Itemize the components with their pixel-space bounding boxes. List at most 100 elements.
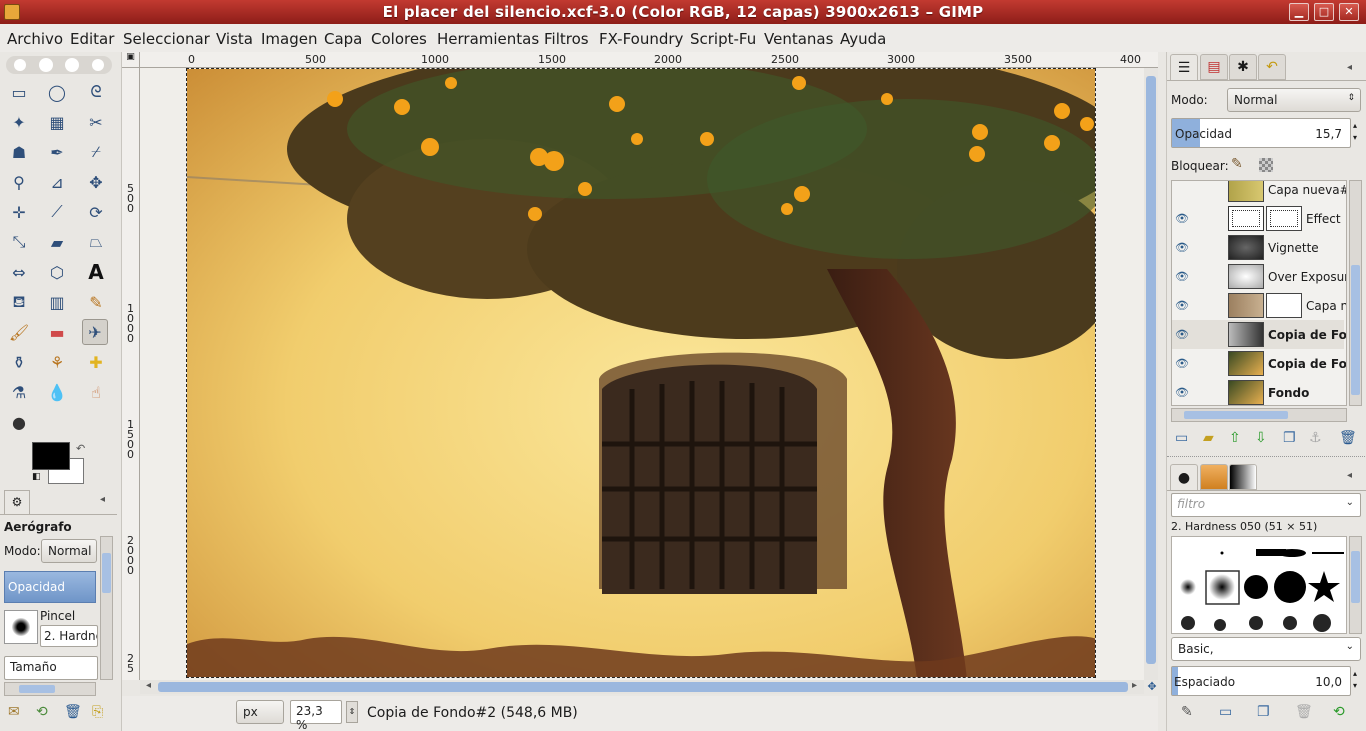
swap-colors-icon[interactable]: ↶ <box>76 442 85 455</box>
brush-preview[interactable] <box>4 610 38 644</box>
layer-row[interactable]: Capa nueva#1 <box>1172 181 1346 204</box>
refresh-brushes-icon[interactable]: ⟲ <box>1333 704 1345 720</box>
eye-icon[interactable]: 👁 <box>1175 386 1189 399</box>
gradients-tab-icon[interactable] <box>1229 464 1257 490</box>
undo-tab-icon[interactable]: ↶ <box>1258 54 1286 80</box>
menu-vista[interactable]: Vista <box>216 30 253 48</box>
rotate-icon[interactable]: ⟳ <box>83 199 109 225</box>
smudge-icon[interactable]: ☝ <box>83 379 109 405</box>
zoom-field[interactable]: 23,3 % <box>290 700 342 731</box>
menu-imagen[interactable]: Imagen <box>261 30 317 48</box>
brush-name-field[interactable]: 2. Hardne <box>40 625 98 647</box>
default-colors-icon[interactable]: ◧ <box>32 472 41 482</box>
menu-capa[interactable]: Capa <box>324 30 362 48</box>
zoom-dropdown-icon[interactable]: ⇕ <box>346 701 358 723</box>
foreground-color-swatch[interactable] <box>32 442 70 470</box>
new-layer-icon[interactable]: ▭ <box>1175 430 1188 446</box>
eye-icon[interactable]: 👁 <box>1175 299 1189 312</box>
menu-herramientas[interactable]: Herramientas <box>437 30 539 48</box>
blend-icon[interactable]: ▥ <box>44 289 70 315</box>
paths-icon[interactable]: ✒ <box>44 139 70 165</box>
tool-options-scrollbar[interactable] <box>100 536 113 680</box>
menu-ayuda[interactable]: Ayuda <box>840 30 886 48</box>
scroll-right-icon[interactable]: ▸ <box>1132 680 1137 691</box>
flip-icon[interactable]: ⇔ <box>6 259 32 285</box>
minimize-button[interactable]: ▁ <box>1289 3 1309 21</box>
new-brush-icon[interactable]: ▭ <box>1219 704 1232 720</box>
pencil-icon[interactable]: ✎ <box>83 289 109 315</box>
edit-brush-icon[interactable]: ✎ <box>1181 704 1193 720</box>
raise-layer-icon[interactable]: ⇧ <box>1229 430 1241 446</box>
lock-pixels-icon[interactable]: ✎ <box>1231 156 1243 172</box>
eye-icon[interactable]: 👁 <box>1175 241 1189 254</box>
fuzzy-select-icon[interactable]: ✦ <box>6 109 32 135</box>
paintbrush-icon[interactable]: 🖌 <box>6 319 32 345</box>
layers-hscroll[interactable] <box>1171 408 1347 422</box>
tool-options-hscroll[interactable] <box>4 682 96 696</box>
spacing-spin-icon[interactable]: ▴ ▾ <box>1353 668 1357 692</box>
airbrush-icon[interactable]: ✈ <box>82 319 108 345</box>
menu-seleccionar[interactable]: Seleccionar <box>123 30 210 48</box>
menu-filtros[interactable]: Filtros <box>544 30 589 48</box>
dock-separator[interactable] <box>1167 456 1366 460</box>
layer-opacity-slider[interactable]: Opacidad 15,7 <box>1171 118 1351 148</box>
text-tool-icon[interactable]: A <box>83 259 109 285</box>
layer-row[interactable]: 👁 Fondo <box>1172 378 1344 405</box>
layer-row[interactable]: 👁 Capa n <box>1172 291 1346 320</box>
free-select-icon[interactable]: ᘓ <box>83 79 109 105</box>
menu-script-fu[interactable]: Script-Fu <box>690 30 756 48</box>
layer-row[interactable]: 👁 Effect <box>1172 204 1344 233</box>
rect-select-icon[interactable]: ▭ <box>6 79 32 105</box>
delete-brush-icon[interactable]: 🗑 <box>1295 704 1313 720</box>
size-field[interactable]: Tamaño <box>4 656 98 680</box>
brush-grid-vscroll[interactable] <box>1349 536 1362 634</box>
mode-select[interactable]: Normal <box>41 539 97 563</box>
delete-options-icon[interactable]: 🗑 <box>64 704 82 720</box>
new-layer-group-icon[interactable]: ▰ <box>1203 430 1214 446</box>
layers-tab-icon[interactable]: ☰ <box>1170 54 1198 80</box>
dock-menu-icon[interactable]: ◂ <box>1347 62 1352 73</box>
reset-options-icon[interactable]: ⎘ <box>92 704 103 720</box>
patterns-tab-icon[interactable] <box>1200 464 1228 490</box>
ink-icon[interactable]: ⚱ <box>6 349 32 375</box>
close-button[interactable]: ✕ <box>1339 3 1359 21</box>
lower-layer-icon[interactable]: ⇩ <box>1255 430 1267 446</box>
maximize-button[interactable]: □ <box>1314 3 1334 21</box>
eye-icon[interactable]: 👁 <box>1175 357 1189 370</box>
layer-mode-select[interactable]: Normal ⇕ <box>1227 88 1361 112</box>
paths-tab-icon[interactable]: ✱ <box>1229 54 1257 80</box>
align-icon[interactable]: ✛ <box>6 199 32 225</box>
color-picker-icon[interactable]: ⌿ <box>83 139 109 165</box>
bucket-fill-icon[interactable]: ⛾ <box>6 289 32 315</box>
clone-icon[interactable]: ⚘ <box>44 349 70 375</box>
layer-row[interactable]: 👁 Over Exposure <box>1172 262 1346 291</box>
heal-icon[interactable]: ✚ <box>83 349 109 375</box>
layer-row-selected[interactable]: 👁 Copia de Fondo <box>1172 320 1346 349</box>
ruler-corner-icon[interactable]: ▣ <box>122 52 140 68</box>
menu-ventanas[interactable]: Ventanas <box>764 30 833 48</box>
menu-colores[interactable]: Colores <box>371 30 427 48</box>
eye-icon[interactable]: 👁 <box>1175 270 1189 283</box>
eye-icon[interactable]: 👁 <box>1175 328 1189 341</box>
layer-row[interactable]: 👁 Copia de Fondo <box>1172 349 1346 378</box>
menu-editar[interactable]: Editar <box>70 30 114 48</box>
brushes-tab-icon[interactable]: ● <box>1170 464 1198 490</box>
scale-icon[interactable]: ⤡ <box>6 229 32 255</box>
canvas-hscroll[interactable]: ◂ ▸ <box>140 680 1144 694</box>
shear-icon[interactable]: ▰ <box>44 229 70 255</box>
blur-sharpen-icon[interactable]: 💧 <box>44 379 70 405</box>
measure-icon[interactable]: ⊿ <box>44 169 70 195</box>
menu-fx-foundry[interactable]: FX-Foundry <box>599 30 683 48</box>
scroll-left-icon[interactable]: ◂ <box>146 680 151 691</box>
dodge-burn-icon[interactable]: ● <box>6 409 32 435</box>
channels-tab-icon[interactable]: ▤ <box>1200 54 1228 80</box>
perspective-clone-icon[interactable]: ⚗ <box>6 379 32 405</box>
brush-spacing-slider[interactable]: Espaciado 10,0 <box>1171 666 1351 696</box>
duplicate-brush-icon[interactable]: ❐ <box>1257 704 1270 720</box>
lock-alpha-icon[interactable] <box>1259 158 1273 172</box>
duplicate-layer-icon[interactable]: ❐ <box>1283 430 1296 446</box>
foreground-select-icon[interactable]: ☗ <box>6 139 32 165</box>
navigate-icon[interactable]: ✥ <box>1146 680 1158 694</box>
cage-transform-icon[interactable]: ⬡ <box>44 259 70 285</box>
image-canvas[interactable] <box>186 68 1096 678</box>
